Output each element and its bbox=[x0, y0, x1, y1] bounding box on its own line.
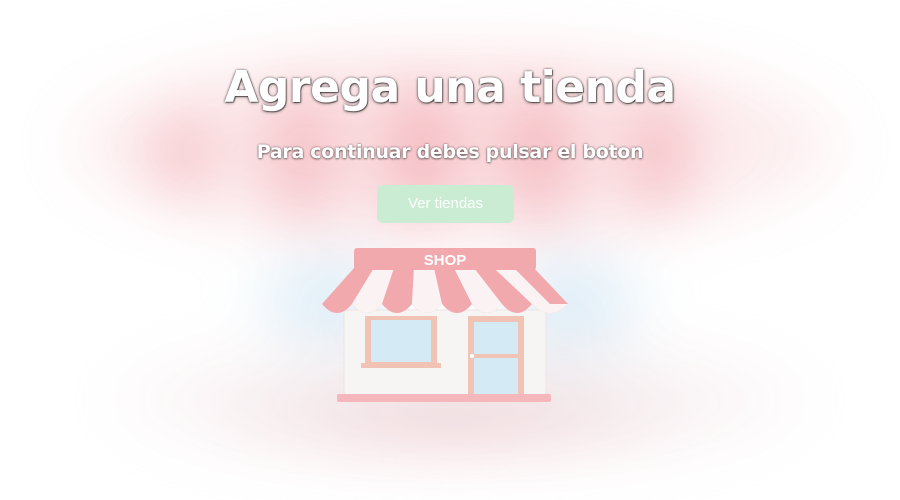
storefront-icon: SHOP bbox=[322, 248, 568, 402]
page-stage: Agrega una tienda Para continuar debes p… bbox=[0, 0, 900, 500]
empty-state: Agrega una tienda Para continuar debes p… bbox=[0, 0, 900, 500]
page-title: Agrega una tienda bbox=[224, 62, 676, 113]
shop-sign-text: SHOP bbox=[424, 252, 467, 269]
view-stores-button[interactable]: Ver tiendas bbox=[377, 185, 514, 223]
page-subtitle: Para continuar debes pulsar el boton bbox=[256, 141, 644, 163]
